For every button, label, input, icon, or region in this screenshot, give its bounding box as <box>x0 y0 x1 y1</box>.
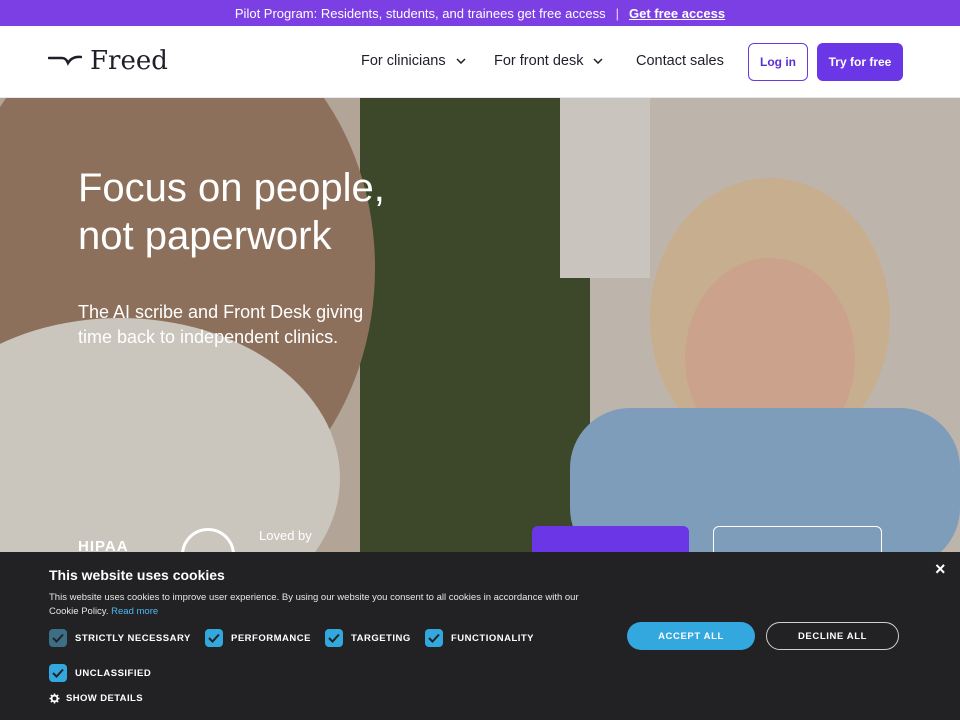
hero-title-line: not paperwork <box>78 214 332 258</box>
brand-logo[interactable]: Freed <box>48 46 168 76</box>
hero-subtitle-line: time back to independent clinics. <box>78 327 339 347</box>
hero-subtitle-line: The AI scribe and Front Desk giving <box>78 302 364 322</box>
announcement-separator: | <box>615 5 619 21</box>
chevron-down-icon <box>593 58 603 64</box>
hero-section: Focus on people, not paperwork The AI sc… <box>0 98 960 552</box>
hero-secondary-button[interactable] <box>713 526 882 552</box>
log-in-button[interactable]: Log in <box>748 43 808 81</box>
checkbox-checked-icon <box>325 629 343 647</box>
cookie-option-strictly-necessary[interactable]: STRICTLY NECESSARY <box>49 629 191 647</box>
nav-for-clinicians[interactable]: For clinicians <box>361 53 466 69</box>
read-more-link[interactable]: Read more <box>111 606 158 617</box>
show-details-toggle[interactable]: SHOW DETAILS <box>49 693 143 704</box>
cookie-option-label: UNCLASSIFIED <box>75 667 152 679</box>
try-for-free-button[interactable]: Try for free <box>817 43 903 81</box>
nav-item-label: Contact sales <box>636 53 724 69</box>
accept-all-button[interactable]: ACCEPT ALL <box>627 622 755 650</box>
cookie-option-functionality[interactable]: FUNCTIONALITY <box>425 629 534 647</box>
cookie-option-targeting[interactable]: TARGETING <box>325 629 411 647</box>
checkbox-checked-icon <box>205 629 223 647</box>
cookie-option-label: STRICTLY NECESSARY <box>75 632 191 644</box>
cookie-banner: This website uses cookies This website u… <box>0 552 960 720</box>
cookie-title: This website uses cookies <box>49 567 225 583</box>
get-free-access-link[interactable]: Get free access <box>629 6 725 21</box>
announcement-bar: Pilot Program: Residents, students, and … <box>0 0 960 26</box>
cookie-option-label: TARGETING <box>351 632 411 644</box>
chevron-down-icon <box>456 58 466 64</box>
show-details-label: SHOW DETAILS <box>66 693 143 704</box>
brand-name: Freed <box>90 46 168 76</box>
cookie-description: This website uses cookies to improve use… <box>49 591 589 619</box>
freed-logo-icon <box>48 55 82 66</box>
nav-contact-sales[interactable]: Contact sales <box>636 53 724 69</box>
hero-subtitle: The AI scribe and Front Desk giving time… <box>78 300 408 350</box>
checkbox-checked-icon <box>49 629 67 647</box>
close-icon[interactable]: × <box>935 559 946 580</box>
announcement-text: Pilot Program: Residents, students, and … <box>234 5 606 21</box>
nav-item-label: For front desk <box>494 53 584 69</box>
gear-icon <box>49 693 60 704</box>
cookie-option-performance[interactable]: PERFORMANCE <box>205 629 311 647</box>
hero-title-line: Focus on people, <box>78 166 385 210</box>
cookie-option-label: FUNCTIONALITY <box>451 632 535 644</box>
nav-item-label: For clinicians <box>361 53 446 69</box>
hero-primary-button[interactable] <box>532 526 689 552</box>
hero-title: Focus on people, not paperwork <box>78 164 498 260</box>
navbar: Freed For clinicians For front desk Cont… <box>0 26 960 98</box>
nav-for-front-desk[interactable]: For front desk <box>494 53 603 69</box>
loved-by-badge: Loved by <box>259 528 312 543</box>
decline-all-button[interactable]: DECLINE ALL <box>766 622 899 650</box>
hipaa-badge: HIPAA <box>78 538 129 552</box>
checkbox-checked-icon <box>49 664 67 682</box>
checkbox-checked-icon <box>425 629 443 647</box>
cookie-option-unclassified[interactable]: UNCLASSIFIED <box>49 664 151 682</box>
cookie-option-label: PERFORMANCE <box>231 632 311 644</box>
